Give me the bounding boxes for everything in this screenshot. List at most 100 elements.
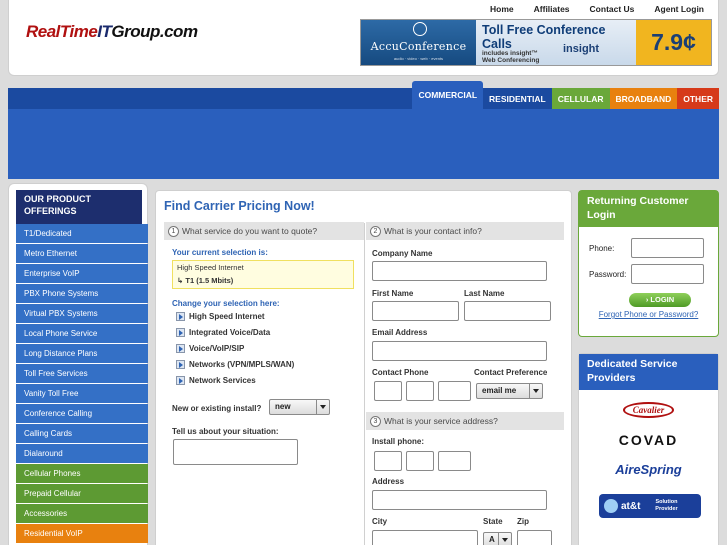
sidebar-item-accessories[interactable]: Accessories [16, 504, 148, 523]
sidebar-item-calling-cards[interactable]: Calling Cards [16, 424, 148, 443]
provider-att-logo: at&t [621, 500, 641, 512]
providers-title: Dedicated Service Providers [579, 354, 718, 390]
zip-input[interactable] [517, 530, 552, 545]
sidebar-item-dialaround[interactable]: Dialaround [16, 444, 148, 463]
sidebar-item-enterprise-voip[interactable]: Enterprise VoIP [16, 264, 148, 283]
column-divider [364, 223, 365, 545]
login-password-input[interactable] [631, 264, 704, 284]
install-line-input[interactable] [438, 451, 471, 471]
sidebar-item-local-phone-service[interactable]: Local Phone Service [16, 324, 148, 343]
hero-banner [8, 109, 719, 179]
service-option-label: Voice/VoIP/SIP [189, 344, 245, 353]
logo-part-group: Group.com [111, 22, 198, 41]
provider-airespring[interactable]: AireSpring [579, 462, 718, 477]
login-phone-input[interactable] [631, 238, 704, 258]
product-sidebar: OUR PRODUCT OFFERINGS T1/Dedicated Metro … [8, 183, 148, 545]
form-title: Find Carrier Pricing Now! [164, 199, 315, 213]
phone-line-input[interactable] [438, 381, 471, 401]
sidebar-title: OUR PRODUCT OFFERINGS [16, 190, 142, 224]
service-option[interactable]: Voice/VoIP/SIP [176, 344, 244, 353]
sidebar-item-prepaid-cellular[interactable]: Prepaid Cellular [16, 484, 148, 503]
sidebar-item-virtual-pbx-systems[interactable]: Virtual PBX Systems [16, 304, 148, 323]
sidebar-item-vanity-toll-free[interactable]: Vanity Toll Free [16, 384, 148, 403]
forgot-link[interactable]: Forgot Phone or Password? [579, 310, 718, 319]
login-password-label: Password: [589, 270, 627, 279]
login-title: Returning Customer Login [579, 191, 718, 227]
service-option[interactable]: Networks (VPN/MPLS/WAN) [176, 360, 294, 369]
address-input[interactable] [372, 490, 547, 510]
sidebar-item-pbx-phone-systems[interactable]: PBX Phone Systems [16, 284, 148, 303]
sidebar-item-t1-dedicated[interactable]: T1/Dedicated [16, 224, 148, 243]
city-input[interactable] [372, 530, 478, 545]
service-option[interactable]: High Speed Internet [176, 312, 265, 321]
chevron-down-icon [316, 400, 329, 414]
provider-att[interactable]: at&t Solution Provider [599, 494, 701, 518]
quote-form-panel: Find Carrier Pricing Now! 1 What service… [155, 190, 572, 545]
install-select[interactable]: new [269, 399, 330, 415]
tab-cellular[interactable]: CELLULAR [551, 88, 610, 109]
first-name-label: First Name [372, 289, 414, 298]
provider-covad[interactable]: COVAD [579, 432, 718, 448]
ad-banner[interactable]: AccuConference audio · video · web · eve… [360, 19, 712, 66]
contact-pref-select[interactable]: email me [476, 383, 543, 399]
phone-area-input[interactable] [374, 381, 402, 401]
providers-box: Dedicated Service Providers Cavalier COV… [578, 353, 719, 545]
city-label: City [372, 517, 388, 526]
login-phone-label: Phone: [589, 244, 615, 253]
globe-icon [413, 22, 427, 36]
zip-label: Zip [517, 517, 529, 526]
link-home[interactable]: Home [490, 4, 514, 14]
email-input[interactable] [372, 341, 547, 361]
link-affiliates[interactable]: Affiliates [534, 4, 570, 14]
provider-airespring-logo: AireSpring [615, 462, 682, 477]
sidebar-item-long-distance-plans[interactable]: Long Distance Plans [16, 344, 148, 363]
sidebar-item-conference-calling[interactable]: Conference Calling [16, 404, 148, 423]
logo-part-it: IT [97, 22, 112, 41]
sidebar-item-residential-voip[interactable]: Residential VoIP [16, 524, 148, 543]
section-1-title: What service do you want to quote? [182, 226, 318, 236]
install-area-input[interactable] [374, 451, 402, 471]
tab-broadband[interactable]: BROADBAND [609, 88, 678, 109]
ad-tagline: audio · video · web · events [393, 56, 444, 61]
service-option-label: Networks (VPN/MPLS/WAN) [189, 360, 295, 369]
site-logo[interactable]: RealTimeITGroup.com [26, 22, 198, 42]
provider-att-caption: Solution Provider [655, 499, 678, 512]
install-value: new [275, 402, 291, 411]
section-3-header: 3 What is your service address? [366, 412, 564, 430]
play-arrow-icon [176, 376, 185, 385]
install-prefix-input[interactable] [406, 451, 434, 471]
ad-price: 7.9¢ [636, 20, 711, 65]
phone-prefix-input[interactable] [406, 381, 434, 401]
login-button[interactable]: › LOGIN [629, 293, 691, 307]
play-arrow-icon [176, 360, 185, 369]
sidebar-item-metro-ethernet[interactable]: Metro Ethernet [16, 244, 148, 263]
last-name-input[interactable] [464, 301, 551, 321]
provider-cavalier[interactable]: Cavalier [579, 402, 718, 418]
install-phone-label: Install phone: [372, 437, 424, 446]
state-select[interactable]: A [483, 532, 512, 545]
play-arrow-icon [176, 312, 185, 321]
link-agent-login[interactable]: Agent Login [654, 4, 704, 14]
first-name-input[interactable] [372, 301, 459, 321]
tab-residential[interactable]: RESIDENTIAL [483, 88, 552, 109]
company-input[interactable] [372, 261, 547, 281]
play-arrow-icon [176, 344, 185, 353]
link-contact-us[interactable]: Contact Us [590, 4, 635, 14]
att-globe-icon [604, 499, 618, 513]
current-detail-row: ↳ T1 (1.5 Mbits) [177, 276, 349, 285]
contact-pref-label: Contact Preference [474, 368, 548, 377]
state-label: State [483, 517, 503, 526]
situation-textarea[interactable] [173, 439, 298, 465]
tab-commercial[interactable]: COMMERCIAL [412, 81, 484, 109]
sidebar-item-toll-free-services[interactable]: Toll Free Services [16, 364, 148, 383]
service-option[interactable]: Integrated Voice/Data [176, 328, 270, 337]
sidebar-item-cellular-phones[interactable]: Cellular Phones [16, 464, 148, 483]
chevron-down-icon [498, 533, 511, 545]
main-nav: COMMERCIAL RESIDENTIAL CELLULAR BROADBAN… [8, 81, 719, 109]
play-arrow-icon [176, 328, 185, 337]
tab-other[interactable]: OTHER [677, 88, 719, 109]
provider-cavalier-logo: Cavalier [622, 402, 675, 418]
service-option[interactable]: Network Services [176, 376, 256, 385]
section-2-header: 2 What is your contact info? [366, 222, 564, 240]
contact-phone-label: Contact Phone [372, 368, 429, 377]
